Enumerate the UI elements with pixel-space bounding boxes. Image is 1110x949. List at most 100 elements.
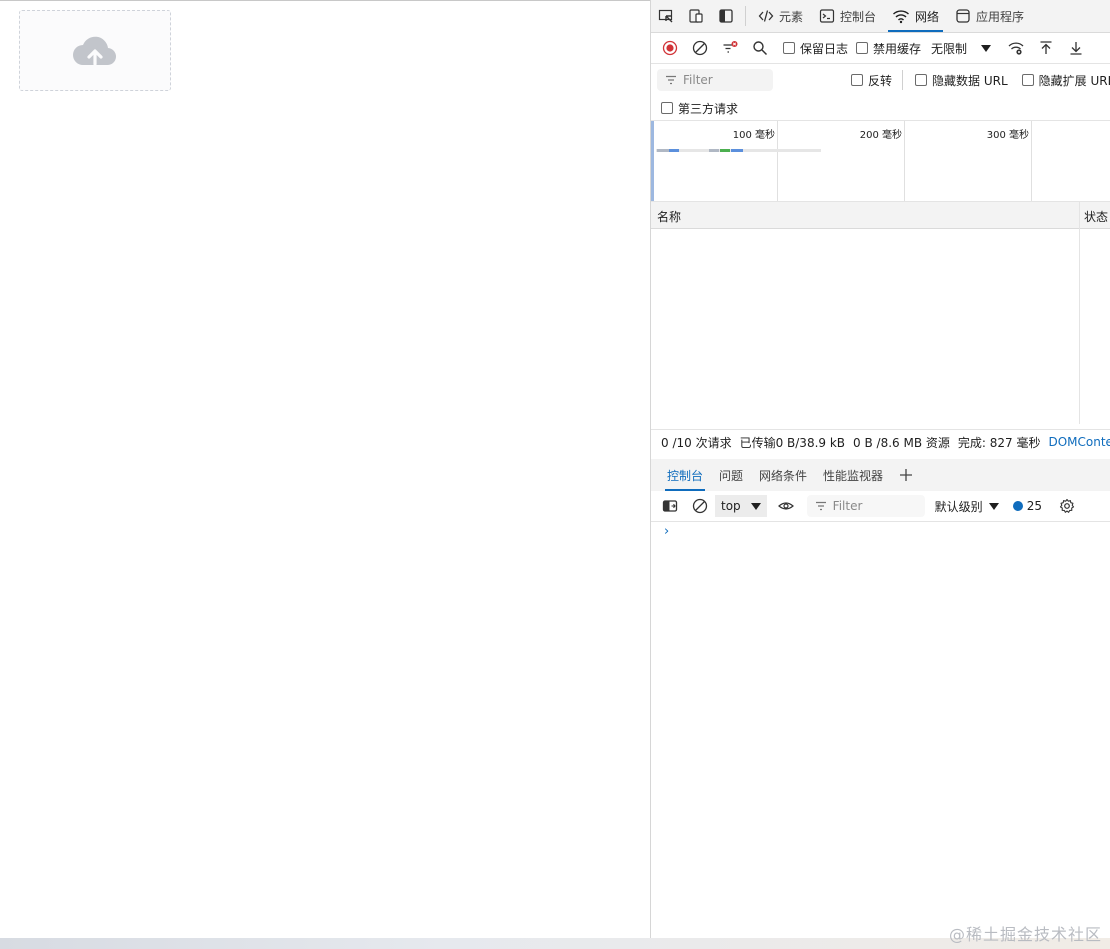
console-icon (819, 9, 835, 23)
network-overview-timeline[interactable]: 100 毫秒 200 毫秒 300 毫秒 (651, 121, 1110, 202)
dock-side-button[interactable] (711, 1, 741, 31)
network-filter-input[interactable]: Filter (657, 69, 773, 91)
cloud-upload-icon (73, 36, 117, 66)
chevron-down-icon (988, 502, 999, 510)
upload-arrow-icon (1040, 41, 1052, 54)
timeline-tick-label: 300 毫秒 (986, 130, 1029, 141)
log-level-select[interactable]: 默认级别 (935, 498, 999, 515)
tab-console[interactable]: 控制台 (811, 0, 884, 32)
finish-time: 完成: 827 毫秒 (957, 435, 1041, 450)
disable-cache-label: 禁用缓存 (873, 41, 922, 56)
record-button[interactable] (655, 33, 685, 63)
wifi-icon (893, 10, 910, 24)
clear-icon (692, 40, 708, 56)
devtools-tab-bar: 元素 控制台 网络 应用程序 (651, 0, 1110, 33)
tab-network[interactable]: 网络 (884, 0, 947, 32)
timeline-tick-label: 200 毫秒 (859, 130, 902, 141)
filter-toggle-button[interactable] (715, 33, 745, 63)
console-settings-button[interactable] (1052, 491, 1082, 521)
context-selector[interactable]: top (715, 495, 767, 517)
timeline-request-bar (709, 149, 719, 152)
throttling-select[interactable]: 无限制 (931, 40, 992, 57)
tab-separator (745, 6, 746, 26)
checkbox-box[interactable] (783, 42, 795, 54)
network-summary-bar: 0 /10 次请求 已传输0 B/38.9 kB 0 B /8.6 MB 资源 … (651, 429, 1110, 454)
preserve-log-checkbox[interactable]: 保留日志 (783, 40, 848, 57)
drawer-tab-bar: 控制台 问题 网络条件 性能监视器 (651, 459, 1110, 491)
request-count: 0 /10 次请求 (661, 435, 732, 450)
code-icon (758, 10, 774, 22)
tab-elements-label: 元素 (779, 9, 804, 24)
chevron-down-icon (981, 44, 992, 52)
dom-content-loaded-link[interactable]: DOMContentLoaded (1048, 435, 1110, 449)
invert-label: 反转 (868, 73, 893, 88)
upload-dropzone[interactable] (19, 10, 171, 91)
hide-extension-url-checkbox[interactable]: 隐藏扩展 URL (1021, 72, 1110, 89)
checkbox-box[interactable] (661, 102, 673, 114)
log-level-value: 默认级别 (934, 499, 983, 514)
hide-data-url-checkbox[interactable]: 隐藏数据 URL (915, 72, 1008, 89)
drawer-tab-issues[interactable]: 问题 (711, 459, 751, 491)
clear-button[interactable] (685, 33, 715, 63)
checkbox-box[interactable] (856, 42, 869, 54)
drawer-tab-console[interactable]: 控制台 (659, 459, 711, 491)
export-har-button[interactable] (1061, 33, 1091, 63)
import-har-button[interactable] (1031, 33, 1061, 63)
transferred-size: 已传输0 B/38.9 kB (739, 435, 846, 450)
drawer-tab-performance-monitor[interactable]: 性能监视器 (815, 459, 891, 491)
gear-icon (1059, 498, 1075, 513)
console-filter-input[interactable]: Filter (806, 495, 925, 517)
device-icon (689, 9, 703, 23)
drawer-tab-network-conditions[interactable]: 网络条件 (751, 459, 815, 491)
context-value: top (721, 499, 741, 513)
clear-console-button[interactable] (685, 491, 715, 521)
console-toolbar: top Filter 默认级别 25 (651, 491, 1110, 522)
invert-checkbox[interactable]: 反转 (851, 72, 892, 89)
disable-cache-checkbox[interactable]: 禁用缓存 (856, 40, 921, 57)
message-icon (1012, 501, 1023, 511)
preserve-log-label: 保留日志 (800, 41, 849, 56)
tab-elements[interactable]: 元素 (750, 0, 811, 32)
column-status-header[interactable]: 状态 (1084, 208, 1108, 225)
console-prompt[interactable]: › (664, 524, 669, 539)
third-party-checkbox[interactable]: 第三方请求 (661, 100, 738, 117)
network-conditions-button[interactable] (1001, 33, 1031, 63)
add-drawer-tab-button[interactable] (891, 460, 921, 490)
throttling-value: 无限制 (931, 41, 968, 56)
plus-icon (900, 469, 913, 481)
taskbar-strip (0, 938, 1110, 949)
filter-icon (666, 75, 676, 85)
hide-extension-url-label: 隐藏扩展 URL (1038, 73, 1110, 88)
filter-icon (815, 501, 826, 511)
network-filter-bar: Filter 反转 隐藏数据 URL 隐藏扩展 URL (651, 64, 1110, 96)
console-sidebar-button[interactable] (655, 491, 685, 521)
network-toolbar: 保留日志 禁用缓存 无限制 (651, 33, 1110, 64)
timeline-selection-handle[interactable] (651, 121, 654, 201)
request-table-header: 名称 状态 (651, 202, 1110, 229)
third-party-label: 第三方请求 (678, 101, 739, 116)
column-name-header[interactable]: 名称 (657, 208, 681, 225)
device-toolbar-button[interactable] (681, 1, 711, 31)
search-icon (753, 41, 768, 56)
devtools-panel: 元素 控制台 网络 应用程序 保留日志 禁用缓存 无限制 Filter 反转 隐… (650, 0, 1110, 938)
network-filter-placeholder: Filter (683, 73, 713, 87)
live-expression-button[interactable] (771, 491, 801, 521)
timeline-tick-label: 100 毫秒 (732, 130, 775, 141)
checkbox-box[interactable] (851, 74, 863, 86)
timeline-request-bar (657, 149, 669, 152)
checkbox-box[interactable] (915, 74, 928, 86)
eye-icon (777, 502, 794, 510)
timeline-request-bar (720, 149, 730, 152)
wifi-settings-icon (1008, 42, 1024, 55)
inspect-element-button[interactable] (651, 1, 681, 31)
column-divider[interactable] (1079, 202, 1080, 424)
chevron-down-icon (750, 502, 761, 510)
record-icon (662, 40, 678, 56)
search-button[interactable] (745, 33, 775, 63)
message-count-badge[interactable]: 25 (1012, 499, 1042, 513)
timeline-request-bar (731, 149, 743, 152)
tab-console-label: 控制台 (840, 9, 877, 24)
checkbox-box[interactable] (1021, 74, 1034, 86)
tab-application[interactable]: 应用程序 (947, 0, 1032, 32)
hide-data-url-label: 隐藏数据 URL (932, 73, 1008, 88)
